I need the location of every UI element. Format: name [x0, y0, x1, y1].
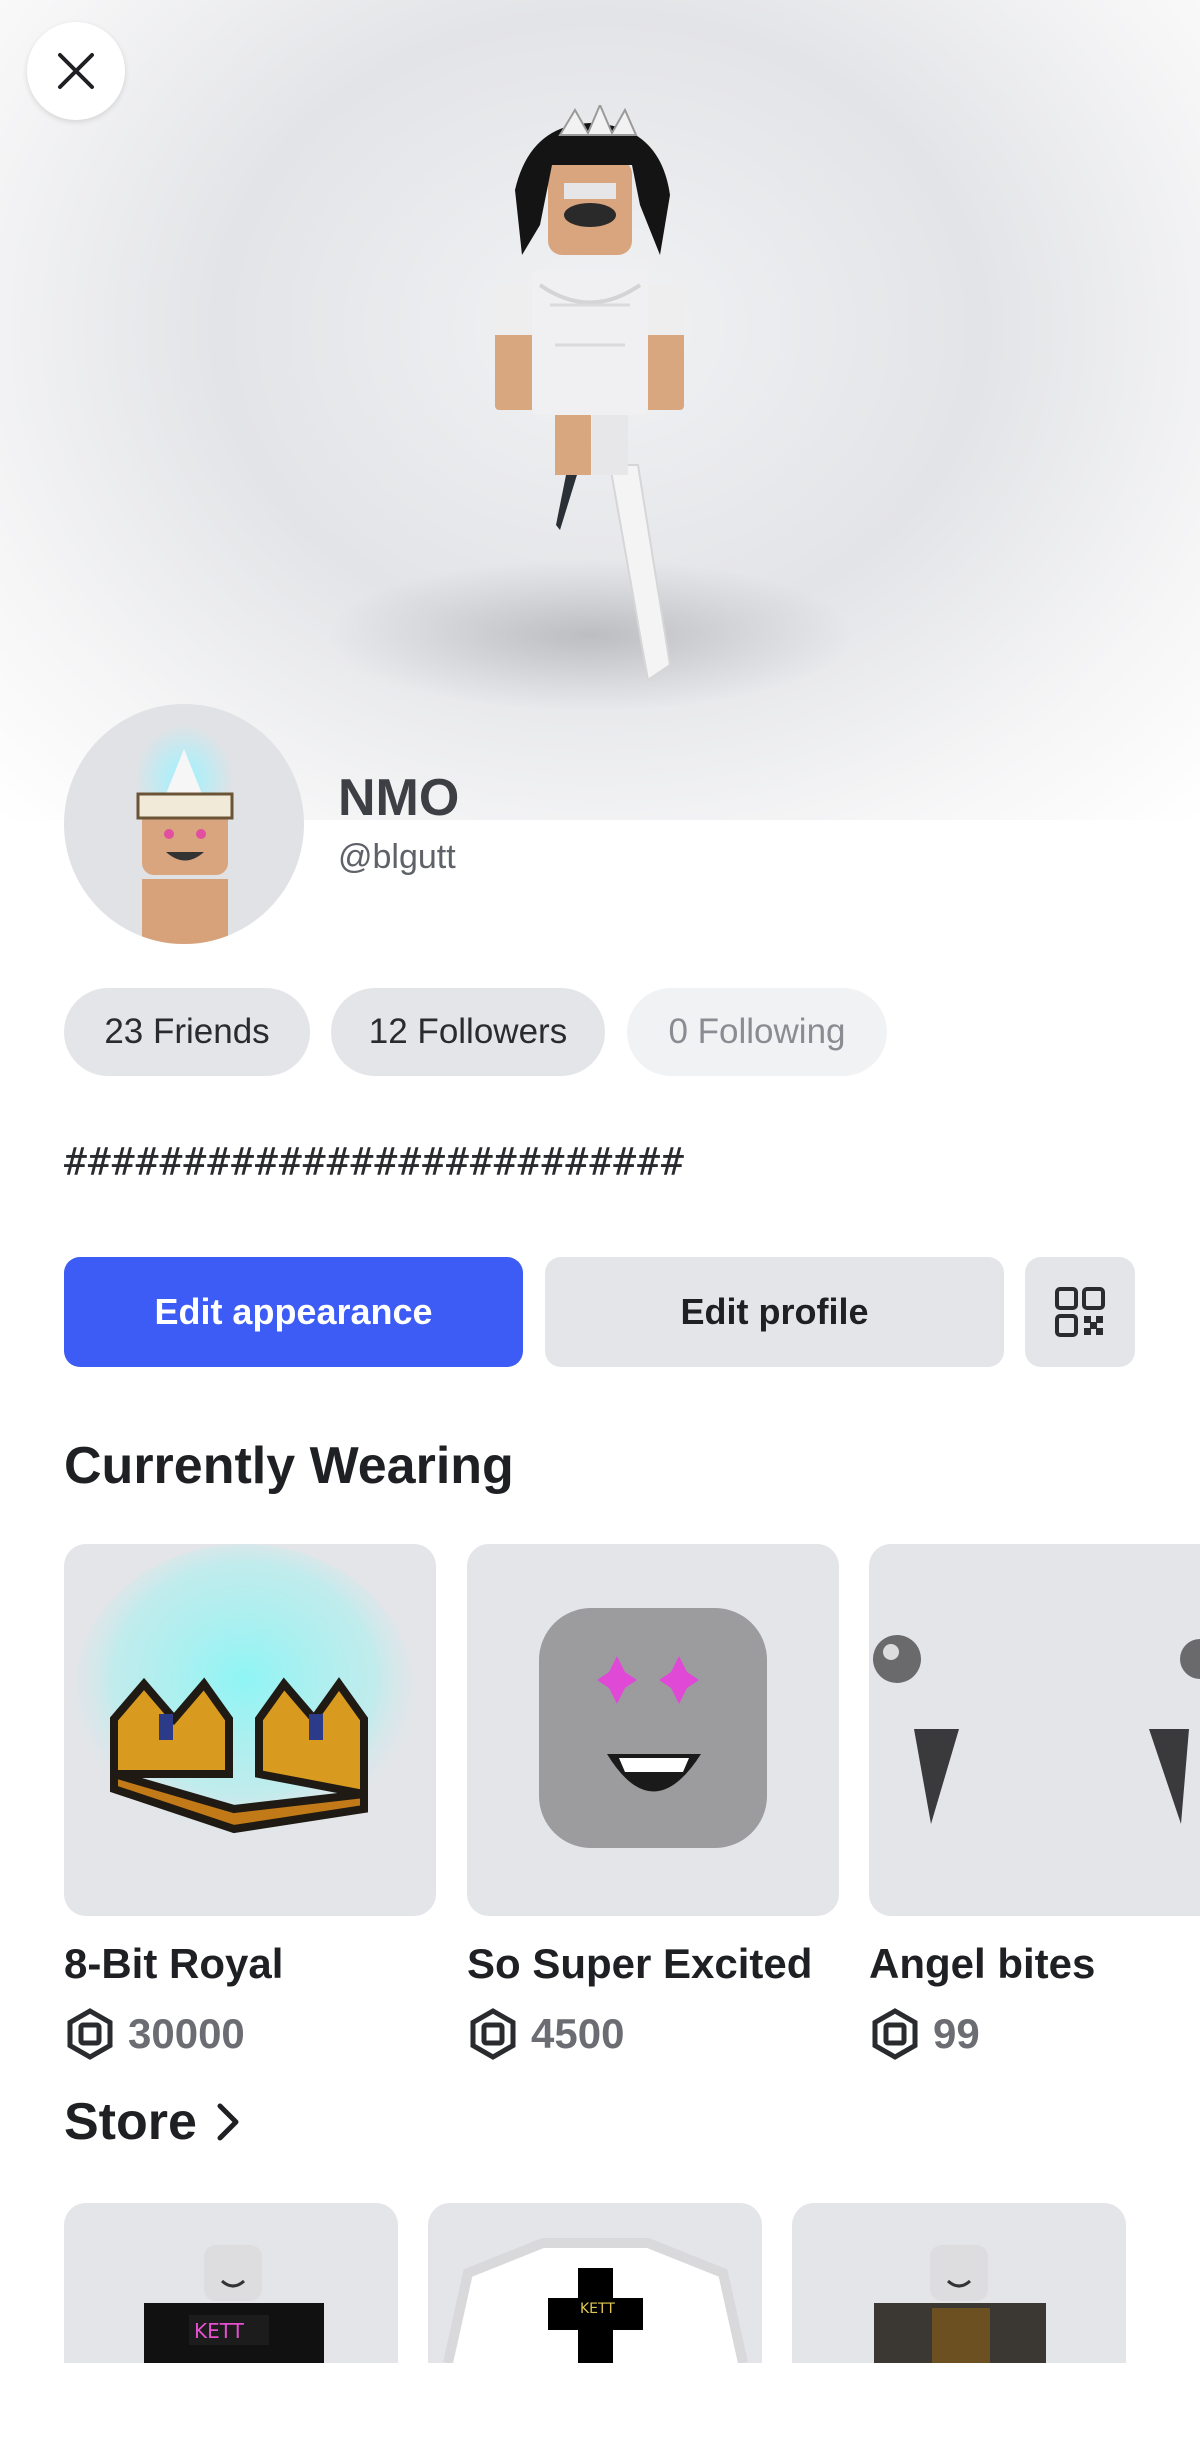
face-item-image	[539, 1608, 767, 1848]
following-pill[interactable]: 0 Following	[627, 988, 887, 1076]
robux-icon	[67, 2008, 113, 2060]
wearing-item-card[interactable]	[869, 1544, 1200, 1916]
store-item-image: KETT	[144, 2245, 324, 2363]
username: @blgutt	[338, 838, 456, 876]
store-item-card[interactable]	[792, 2203, 1126, 2363]
crown-item-image	[74, 1544, 414, 1844]
wearing-item-name[interactable]: So Super Excited	[467, 1940, 812, 1988]
store-title: Store	[64, 2093, 197, 2151]
price-value: 4500	[531, 2010, 625, 2057]
wearing-item-name[interactable]: 8-Bit Royal	[64, 1940, 283, 1988]
store-item-image: KETT	[443, 2238, 748, 2363]
avatar-3d-render	[495, 105, 684, 682]
display-name: NMO	[338, 769, 460, 827]
price-value: 99	[933, 2010, 980, 2057]
edit-profile-button[interactable]: Edit profile	[545, 1257, 1004, 1367]
wearing-item-price: 99	[869, 2008, 980, 2060]
wearing-item-price: 30000	[64, 2008, 245, 2060]
avatar-headshot[interactable]	[64, 704, 304, 944]
wearing-item-card[interactable]	[64, 1544, 436, 1916]
store-link[interactable]: Store	[64, 2092, 245, 2152]
chevron-right-icon	[217, 2103, 239, 2141]
wearing-item-price: 4500	[467, 2008, 624, 2060]
close-icon	[58, 53, 94, 89]
friends-pill[interactable]: 23 Friends	[64, 988, 310, 1076]
followers-pill[interactable]: 12 Followers	[331, 988, 605, 1076]
qr-code-icon	[1055, 1287, 1105, 1337]
store-item-card[interactable]: KETT	[64, 2203, 398, 2363]
bio-text: ##########################	[64, 1140, 685, 1184]
robux-icon	[470, 2008, 516, 2060]
svg-text:KETT: KETT	[580, 2301, 615, 2317]
avatar-headshot-image	[134, 724, 234, 944]
store-item-card[interactable]: KETT	[428, 2203, 762, 2363]
close-button[interactable]	[27, 22, 125, 120]
wearing-item-card[interactable]	[467, 1544, 839, 1916]
price-value: 30000	[128, 2010, 245, 2057]
svg-text:KETT: KETT	[194, 2319, 245, 2343]
angel-bites-item-image	[873, 1635, 1200, 1824]
qr-code-button[interactable]	[1025, 1257, 1135, 1367]
edit-appearance-button[interactable]: Edit appearance	[64, 1257, 523, 1367]
wearing-item-name[interactable]: Angel bites	[869, 1940, 1095, 1988]
store-item-image	[874, 2245, 1046, 2363]
currently-wearing-title: Currently Wearing	[64, 1437, 514, 1495]
robux-icon	[872, 2008, 918, 2060]
